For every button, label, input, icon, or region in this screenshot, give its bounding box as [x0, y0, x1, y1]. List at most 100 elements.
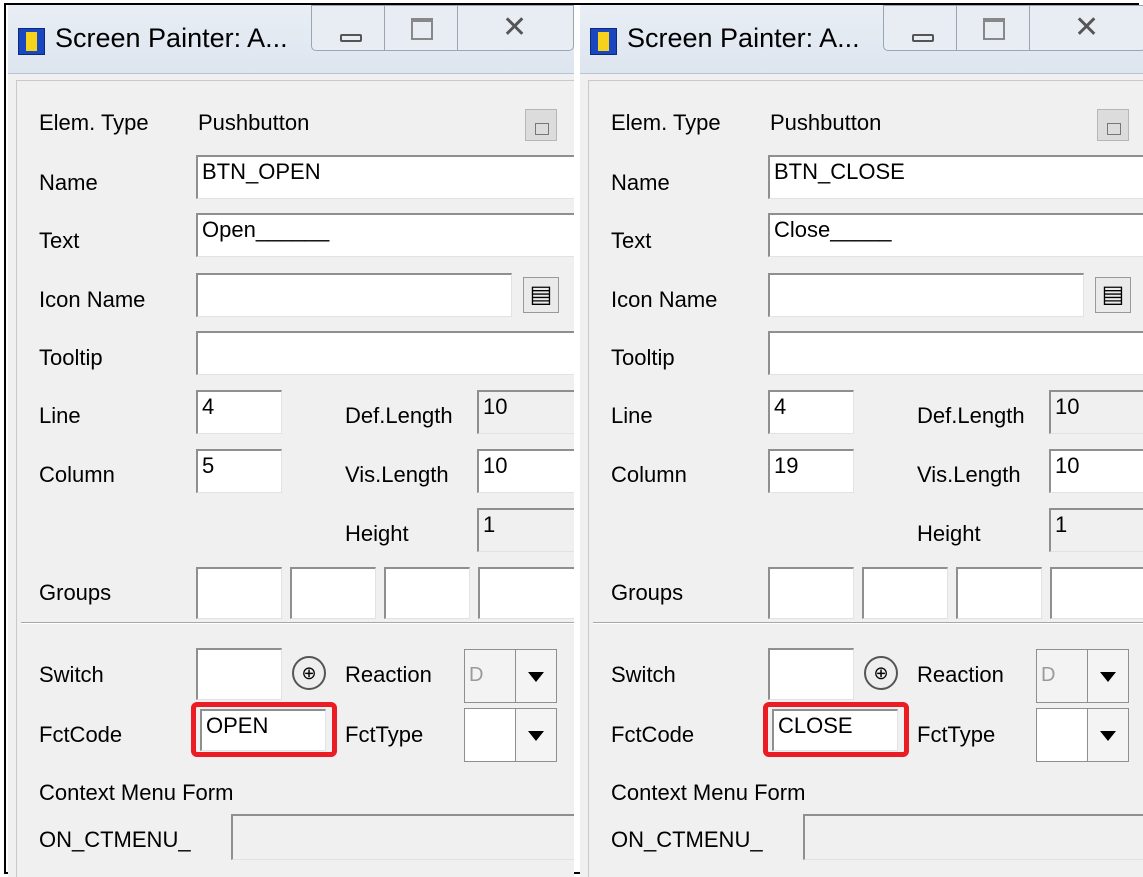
close-icon: ✕	[1074, 11, 1100, 44]
icon-name-field[interactable]	[196, 273, 512, 317]
close-button[interactable]: ✕	[457, 5, 574, 51]
switch-icon[interactable]: ⊕	[292, 656, 326, 690]
maximize-icon	[983, 18, 1005, 40]
column-field[interactable]: 5	[196, 449, 282, 493]
column-label: Column	[39, 462, 115, 487]
groups-label: Groups	[39, 580, 112, 605]
close-icon: ✕	[502, 11, 528, 44]
group-4-field[interactable]	[478, 567, 574, 619]
line-field[interactable]: 4	[196, 390, 282, 434]
context-menu-form-label: Context Menu Form	[611, 780, 806, 805]
attributes-form: Elem. Type Pushbutton Name BTN_CLOSE Tex…	[588, 80, 1143, 877]
group-4-field[interactable]	[1050, 567, 1143, 619]
minimize-button[interactable]	[883, 5, 957, 51]
tooltip-field[interactable]	[196, 331, 574, 375]
context-menu-field[interactable]	[803, 814, 1143, 860]
group-1-field[interactable]	[196, 567, 282, 619]
group-2-field[interactable]	[862, 567, 948, 619]
fcttype-dropdown[interactable]	[1036, 708, 1129, 762]
groups-label: Groups	[611, 580, 684, 605]
dropdown-arrow-icon[interactable]	[515, 709, 556, 761]
icon-name-label: Icon Name	[39, 287, 146, 312]
name-label: Name	[611, 170, 670, 195]
fcttype-label: FctType	[345, 722, 424, 747]
attributes-icon[interactable]	[1097, 109, 1129, 141]
fctcode-label: FctCode	[39, 722, 123, 747]
height-label: Height	[917, 521, 981, 546]
dropdown-arrow-icon[interactable]	[1087, 709, 1128, 761]
group-1-field[interactable]	[768, 567, 854, 619]
height-field: 1	[477, 508, 574, 552]
icon-list-icon[interactable]: ▤	[523, 277, 559, 313]
vis-length-label: Vis.Length	[917, 462, 1021, 487]
maximize-button[interactable]	[956, 5, 1030, 51]
elem-type-label: Elem. Type	[611, 110, 721, 135]
reaction-value: D	[469, 664, 484, 686]
fctcode-highlight	[763, 702, 909, 757]
dropdown-arrow-icon[interactable]	[515, 650, 556, 702]
fcttype-label: FctType	[917, 722, 996, 747]
line-label: Line	[611, 403, 653, 428]
def-length-label: Def.Length	[345, 403, 453, 428]
tooltip-label: Tooltip	[611, 345, 675, 370]
reaction-dropdown[interactable]: D	[464, 649, 557, 703]
section-divider	[593, 622, 1143, 624]
line-label: Line	[39, 403, 81, 428]
group-2-field[interactable]	[290, 567, 376, 619]
on-ctmenu-label: ON_CTMENU_	[39, 827, 191, 852]
fctcode-label: FctCode	[611, 722, 695, 747]
fcttype-dropdown[interactable]	[464, 708, 557, 762]
def-length-field: 10	[477, 390, 574, 434]
switch-field[interactable]	[196, 648, 282, 700]
section-divider	[21, 622, 574, 624]
column-field[interactable]: 19	[768, 449, 854, 493]
attributes-icon[interactable]	[525, 109, 557, 141]
dropdown-arrow-icon[interactable]	[1087, 650, 1128, 702]
group-3-field[interactable]	[384, 567, 470, 619]
group-3-field[interactable]	[956, 567, 1042, 619]
tooltip-field[interactable]	[768, 331, 1143, 375]
app-icon	[590, 28, 617, 55]
vis-length-field[interactable]: 10	[1049, 449, 1143, 493]
fctcode-highlight	[191, 702, 337, 757]
line-field[interactable]: 4	[768, 390, 854, 434]
window-title: Screen Painter: A...	[627, 23, 860, 53]
minimize-button[interactable]	[311, 5, 385, 51]
title-bar[interactable]: Screen Painter: A... ✕	[8, 5, 574, 74]
title-bar[interactable]: Screen Painter: A... ✕	[580, 5, 1143, 74]
on-ctmenu-label: ON_CTMENU_	[611, 827, 763, 852]
maximize-icon	[411, 18, 433, 40]
switch-icon[interactable]: ⊕	[864, 656, 898, 690]
vis-length-field[interactable]: 10	[477, 449, 574, 493]
height-label: Height	[345, 521, 409, 546]
text-field[interactable]: Open______	[196, 213, 574, 257]
column-label: Column	[611, 462, 687, 487]
tooltip-label: Tooltip	[39, 345, 103, 370]
height-field: 1	[1049, 508, 1143, 552]
switch-field[interactable]	[768, 648, 854, 700]
context-menu-field[interactable]	[231, 814, 574, 860]
elem-type-label: Elem. Type	[39, 110, 149, 135]
minimize-icon	[912, 34, 934, 42]
elem-type-value: Pushbutton	[770, 110, 882, 135]
window-title: Screen Painter: A...	[55, 23, 288, 53]
icon-name-field[interactable]	[768, 273, 1084, 317]
def-length-field: 10	[1049, 390, 1143, 434]
name-field[interactable]: BTN_OPEN	[196, 155, 574, 199]
name-label: Name	[39, 170, 98, 195]
name-field[interactable]: BTN_CLOSE	[768, 155, 1143, 199]
reaction-dropdown[interactable]: D	[1036, 649, 1129, 703]
close-button[interactable]: ✕	[1029, 5, 1143, 51]
vis-length-label: Vis.Length	[345, 462, 449, 487]
reaction-label: Reaction	[345, 662, 432, 687]
text-label: Text	[611, 228, 652, 253]
maximize-button[interactable]	[384, 5, 458, 51]
switch-label: Switch	[39, 662, 104, 687]
app-icon	[18, 28, 45, 55]
icon-list-icon[interactable]: ▤	[1095, 277, 1131, 313]
screen-painter-window-open: Screen Painter: A... ✕ Elem. Type Pushbu…	[8, 5, 574, 877]
text-field[interactable]: Close_____	[768, 213, 1143, 257]
reaction-value: D	[1041, 664, 1056, 686]
reaction-label: Reaction	[917, 662, 1004, 687]
attributes-form: Elem. Type Pushbutton Name BTN_OPEN Text…	[16, 80, 574, 877]
